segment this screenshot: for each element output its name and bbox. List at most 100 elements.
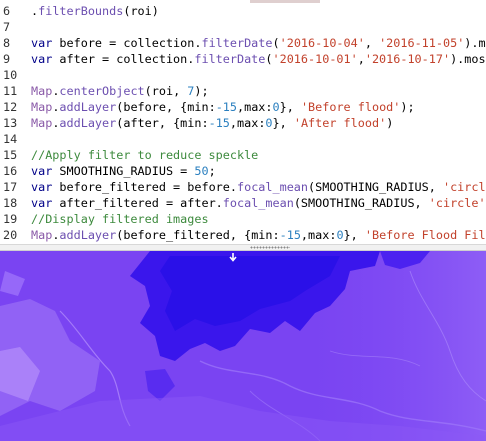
code-token: addLayer <box>59 228 117 242</box>
code-line[interactable]: 7 <box>0 19 486 35</box>
code-text: Map.centerObject(roi, 7); <box>31 83 209 99</box>
map-view[interactable] <box>0 251 486 441</box>
code-line[interactable]: 13 Map.addLayer(after, {min:-15,max:0}, '… <box>0 115 486 131</box>
code-token: ); <box>194 84 209 98</box>
code-text: //Apply filter to reduce speckle <box>31 147 258 163</box>
code-token: //Display filtered images <box>31 212 209 226</box>
code-line[interactable]: 11 Map.centerObject(roi, 7); <box>0 83 486 99</box>
code-token: var <box>31 52 53 66</box>
code-token: (SMOOTHING_RADIUS, <box>308 180 443 194</box>
code-editor[interactable]: 6 .filterBounds(roi) 7 8 var before = collec… <box>0 0 486 244</box>
line-number: 13 <box>3 116 18 130</box>
line-number: 19 <box>3 212 18 226</box>
code-token: ,max: <box>229 116 266 130</box>
sar-imagery-layer <box>0 251 486 441</box>
code-line[interactable]: 14 <box>0 131 486 147</box>
code-token: Map <box>31 228 53 242</box>
code-token: ); <box>400 100 415 114</box>
code-line[interactable]: 17 var before_filtered = before.focal_mea… <box>0 179 486 195</box>
line-number: 18 <box>3 196 18 210</box>
code-token: ( <box>265 52 273 66</box>
line-number: 9 <box>3 52 11 66</box>
code-token: '2016-10-04' <box>279 36 365 50</box>
code-token: Map <box>31 84 53 98</box>
code-line[interactable]: 19 //Display filtered images <box>0 211 486 227</box>
code-token: var <box>31 180 53 194</box>
code-token: '2016-10-17' <box>364 52 451 66</box>
code-token: -15 <box>208 116 230 130</box>
code-token: after = collection. <box>52 52 195 66</box>
code-line[interactable]: 12 Map.addLayer(before, {min:-15,max:0}, … <box>0 99 486 115</box>
code-token: 50 <box>194 164 209 178</box>
code-token: 0 <box>272 100 280 114</box>
code-token: ) <box>386 116 394 130</box>
code-token: ( <box>272 36 280 50</box>
code-token: SMOOTHING_RADIUS = <box>52 164 195 178</box>
code-line[interactable]: 16 var SMOOTHING_RADIUS = 50; <box>0 163 486 179</box>
code-token: addLayer <box>59 116 117 130</box>
code-line[interactable]: 9 var after = collection.filterDate('2016… <box>0 51 486 67</box>
line-number: 16 <box>3 164 18 178</box>
code-line[interactable]: 6 .filterBounds(roi) <box>0 3 486 19</box>
code-token: 0 <box>336 228 344 242</box>
line-number: 14 <box>3 132 18 146</box>
code-text: Map.addLayer(after, {min:-15,max:0}, 'Af… <box>31 115 393 131</box>
code-line[interactable]: 15 //Apply filter to reduce speckle <box>0 147 486 163</box>
code-token: ).mo <box>464 36 486 50</box>
code-token: filterBounds <box>38 4 124 18</box>
code-line[interactable]: 18 var after_filtered = after.focal_mean(… <box>0 195 486 211</box>
code-token: ,max: <box>300 228 337 242</box>
code-token: , <box>364 36 380 50</box>
code-text: var before_filtered = before.focal_mean(… <box>31 179 486 195</box>
code-token: ; <box>208 164 216 178</box>
line-number: 20 <box>3 228 18 242</box>
line-number: 10 <box>3 68 18 82</box>
code-token: before = collection. <box>52 36 202 50</box>
code-token: //Apply filter to reduce speckle <box>31 148 259 162</box>
code-token: 0 <box>265 116 273 130</box>
code-token: (before, {min: <box>116 100 216 114</box>
code-line[interactable]: 8 var before = collection.filterDate('201… <box>0 35 486 51</box>
code-token: centerObject <box>59 84 145 98</box>
line-number: 17 <box>3 180 18 194</box>
code-line[interactable]: 10 <box>0 67 486 83</box>
line-number: 7 <box>3 20 11 34</box>
code-token: after_filtered = after. <box>52 196 223 210</box>
code-token: }, <box>279 100 301 114</box>
code-token: -15 <box>215 100 237 114</box>
code-token: 'After flood' <box>293 116 387 130</box>
panel-splitter[interactable] <box>0 244 486 251</box>
code-token: , <box>357 52 365 66</box>
code-token: Map <box>31 116 53 130</box>
code-token: (roi, <box>144 84 188 98</box>
code-token: 'circle' <box>428 196 486 210</box>
code-text: .filterBounds(roi) <box>31 3 159 19</box>
arrow-cursor-icon <box>229 253 237 262</box>
code-token: (roi) <box>123 4 159 18</box>
code-token: (SMOOTHING_RADIUS, <box>293 196 429 210</box>
code-line[interactable]: 20 Map.addLayer(before_filtered, {min:-15… <box>0 227 486 243</box>
line-number: 12 <box>3 100 18 114</box>
code-token: -15 <box>279 228 301 242</box>
code-token: var <box>31 164 53 178</box>
code-token: addLayer <box>59 100 117 114</box>
code-token: (after, {min: <box>116 116 209 130</box>
code-token: var <box>31 36 53 50</box>
code-token: Map <box>31 100 53 114</box>
code-token: ).mosa <box>450 52 486 66</box>
code-token: filterDate <box>201 36 273 50</box>
code-token: }, <box>272 116 294 130</box>
code-token: '2016-10-01' <box>272 52 358 66</box>
code-token: }, <box>343 228 365 242</box>
code-text: var after = collection.filterDate('2016-… <box>31 51 486 67</box>
code-text: //Display filtered images <box>31 211 209 227</box>
line-number: 15 <box>3 148 18 162</box>
line-number: 11 <box>3 84 18 98</box>
code-text: Map.addLayer(before, {min:-15,max:0}, 'B… <box>31 99 415 115</box>
code-token: 'circle <box>442 180 486 194</box>
code-token: focal_mean <box>236 180 309 194</box>
splitter-grip-icon[interactable] <box>250 246 290 249</box>
code-token: '2016-11-05' <box>379 36 465 50</box>
code-token: filterDate <box>194 52 266 66</box>
line-number: 6 <box>3 4 11 18</box>
